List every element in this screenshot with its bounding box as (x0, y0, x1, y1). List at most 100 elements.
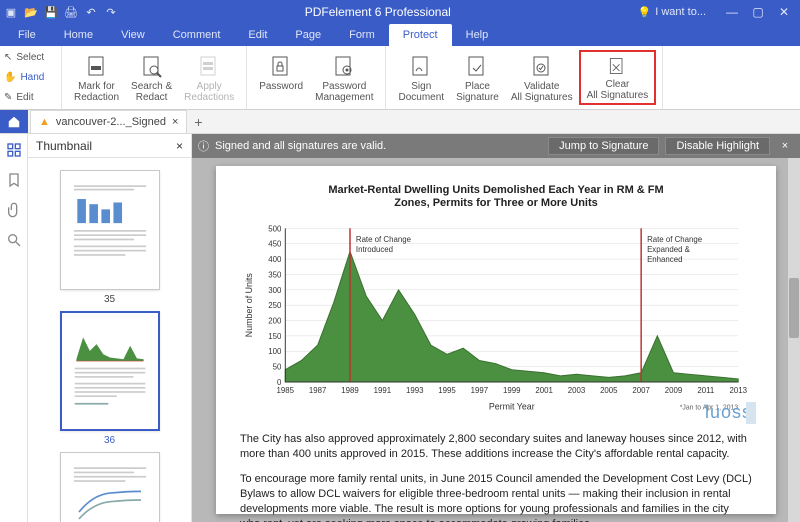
tab-home[interactable]: Home (50, 24, 107, 46)
lock-gear-icon (332, 54, 356, 78)
svg-text:1995: 1995 (438, 386, 456, 395)
validate-icon (530, 54, 554, 78)
svg-text:Rate of Change: Rate of Change (356, 236, 412, 245)
l: Sign (411, 81, 431, 92)
tab-page[interactable]: Page (281, 24, 335, 46)
l: Password (259, 81, 303, 92)
password-management-button[interactable]: PasswordManagement (309, 50, 379, 105)
tab-comment[interactable]: Comment (159, 24, 235, 46)
select-tool[interactable]: ↖Select (4, 52, 57, 63)
hand-label: Hand (20, 72, 44, 83)
l: Search & (131, 81, 172, 92)
redo-icon[interactable]: ↷ (104, 5, 118, 19)
apply-redactions-button[interactable]: ApplyRedactions (178, 50, 240, 105)
hand-tool[interactable]: ✋Hand (4, 72, 57, 83)
tab-file[interactable]: File (4, 24, 50, 46)
disable-highlight-button[interactable]: Disable Highlight (665, 137, 770, 155)
menu-bar: File Home View Comment Edit Page Form Pr… (0, 24, 800, 46)
svg-text:300: 300 (268, 286, 282, 295)
l: Validate (524, 81, 559, 92)
chart: 0501001502002503003504004505001985198719… (240, 212, 752, 422)
chart-svg: 0501001502002503003504004505001985198719… (240, 212, 752, 422)
svg-text:1991: 1991 (374, 386, 391, 395)
svg-text:1989: 1989 (341, 386, 358, 395)
thumbnail-list[interactable]: 35 36 37 (28, 158, 191, 522)
mark-redaction-button[interactable]: Mark forRedaction (68, 50, 125, 105)
l: Mark for (78, 81, 115, 92)
watermark-text: luoss (705, 402, 752, 422)
apply-redactions-icon (197, 54, 221, 78)
document-page: Market-Rental Dwelling Units Demolished … (216, 166, 776, 514)
tab-close-icon[interactable]: × (172, 116, 178, 128)
thumbnail-36[interactable]: 36 (55, 311, 165, 446)
svg-text:2005: 2005 (600, 386, 618, 395)
warning-icon: ▲ (39, 116, 50, 128)
l: Apply (197, 81, 222, 92)
svg-text:1985: 1985 (277, 386, 295, 395)
tab-help[interactable]: Help (452, 24, 503, 46)
chart-title: Market-Rental Dwelling Units Demolished … (326, 184, 666, 210)
svg-text:450: 450 (268, 240, 282, 249)
undo-icon[interactable]: ↶ (84, 5, 98, 19)
edit-icon: ✎ (4, 92, 12, 103)
thumbnail-close-icon[interactable]: × (176, 139, 183, 153)
thumb-num: 36 (104, 435, 115, 446)
search-icon[interactable] (6, 232, 22, 248)
ribbon: ↖Select ✋Hand ✎ Edit Mark forRedaction Se… (0, 46, 800, 110)
thumbnail-37[interactable]: 37 (55, 452, 165, 522)
app-icon: ▣ (4, 5, 18, 19)
add-tab-button[interactable]: + (187, 110, 209, 133)
thumbnail-35[interactable]: 35 (55, 170, 165, 305)
edit-label: Edit (16, 92, 33, 103)
svg-text:Rate of Change: Rate of Change (647, 236, 703, 245)
save-icon[interactable]: 💾 (44, 5, 58, 19)
validate-signatures-button[interactable]: ValidateAll Signatures (505, 50, 579, 105)
minimize-button[interactable]: — (720, 2, 744, 22)
document-scroll[interactable]: Market-Rental Dwelling Units Demolished … (192, 158, 800, 522)
signature-message: Signed and all signatures are valid. (215, 140, 386, 152)
info-icon: ⓘ (198, 138, 209, 154)
tab-protect[interactable]: Protect (389, 24, 452, 46)
sign-icon (409, 54, 433, 78)
l: Place (465, 81, 490, 92)
clear-signatures-icon (605, 56, 629, 76)
thumbnail-panel: Thumbnail × 35 36 37 (28, 134, 192, 522)
maximize-button[interactable]: ▢ (746, 2, 770, 22)
side-rail (0, 134, 28, 522)
place-signature-icon (465, 54, 489, 78)
edit-tool[interactable]: ✎ Edit (4, 92, 57, 103)
svg-text:1997: 1997 (471, 386, 488, 395)
attachments-icon[interactable] (6, 202, 22, 218)
thumbnails-icon[interactable] (6, 142, 22, 158)
vertical-scrollbar[interactable] (788, 158, 800, 522)
jump-signature-button[interactable]: Jump to Signature (548, 137, 659, 155)
sign-document-button[interactable]: SignDocument (392, 50, 450, 105)
tab-form[interactable]: Form (335, 24, 389, 46)
password-button[interactable]: Password (253, 50, 309, 105)
tab-view[interactable]: View (107, 24, 159, 46)
clear-signatures-button[interactable]: ClearAll Signatures (579, 50, 657, 105)
close-button[interactable]: ✕ (772, 2, 796, 22)
search-redact-button[interactable]: Search &Redact (125, 50, 178, 105)
document-tab[interactable]: ▲ vancouver-2..._Signed × (30, 110, 187, 133)
open-icon[interactable]: 📂 (24, 5, 38, 19)
mark-redaction-icon (85, 54, 109, 78)
svg-text:50: 50 (273, 363, 282, 372)
svg-text:2003: 2003 (568, 386, 586, 395)
sigbar-close-icon[interactable]: × (776, 140, 794, 152)
watermark: luoss (705, 402, 756, 424)
i-want-to[interactable]: 💡I want to... (638, 6, 706, 19)
tab-edit[interactable]: Edit (234, 24, 281, 46)
svg-text:2013: 2013 (729, 386, 747, 395)
svg-text:100: 100 (268, 348, 282, 357)
bookmarks-icon[interactable] (6, 172, 22, 188)
print-icon[interactable]: 🖨 (64, 5, 78, 19)
place-signature-button[interactable]: PlaceSignature (450, 50, 505, 105)
home-tab-button[interactable] (0, 110, 28, 133)
svg-text:200: 200 (268, 317, 282, 326)
svg-text:2007: 2007 (632, 386, 649, 395)
scrollbar-thumb[interactable] (789, 278, 799, 338)
quick-access-toolbar: ▣ 📂 💾 🖨 ↶ ↷ (4, 5, 118, 19)
select-label: Select (16, 52, 44, 63)
svg-text:Enhanced: Enhanced (647, 255, 682, 264)
